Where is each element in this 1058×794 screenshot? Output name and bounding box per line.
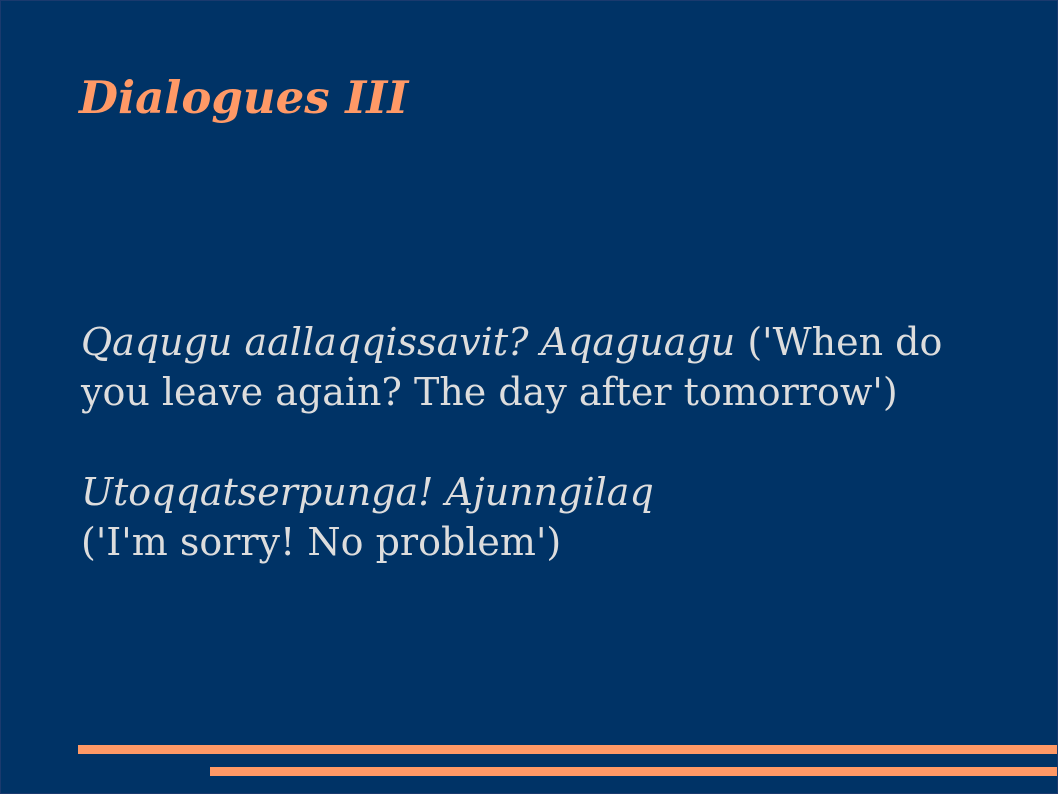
slide: Dialogues III Qaqugu aallaqqissavit? Aqa… (0, 0, 1058, 794)
slide-title: Dialogues III (79, 71, 409, 124)
slide-body: Qaqugu aallaqqissavit? Aqaguagu ('When d… (81, 318, 1021, 567)
dialogue-2-inuktitut: Utoqqatserpunga! Ajunngilaq (81, 470, 654, 514)
accent-bar-top (78, 745, 1057, 754)
dialogue-2-translation: ('I'm sorry! No problem') (81, 519, 562, 564)
dialogue-1-inuktitut: Qaqugu aallaqqissavit? Aqaguagu (81, 320, 736, 364)
dialogue-2: Utoqqatserpunga! Ajunngilaq ('I'm sorry! … (81, 468, 1021, 567)
accent-bar-bottom (210, 767, 1057, 776)
dialogue-1: Qaqugu aallaqqissavit? Aqaguagu ('When d… (81, 318, 1021, 417)
